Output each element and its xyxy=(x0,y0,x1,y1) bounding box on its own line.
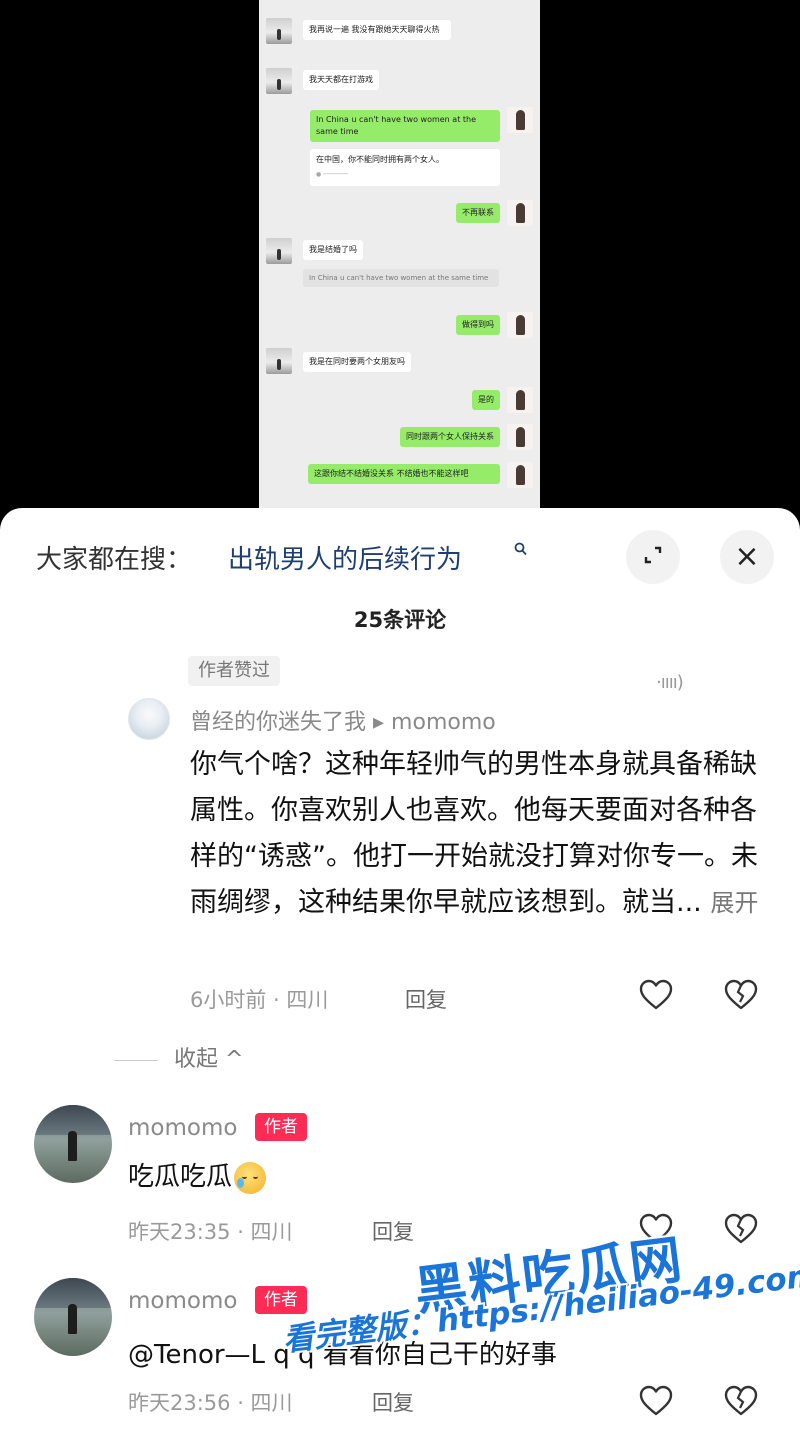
username-text: 曾经的你迷失了我 xyxy=(190,710,367,735)
reply-username[interactable]: momomo xyxy=(128,1288,237,1314)
user-avatar xyxy=(507,312,533,338)
close-button[interactable]: × xyxy=(720,530,774,584)
collapse-label: 收起 ^ xyxy=(174,1047,244,1072)
comments-count: 25条评论 xyxy=(353,608,447,632)
reply-meta: 昨天23:35 · 四川 xyxy=(128,1220,293,1244)
chat-bubble: 我是结婚了吗 xyxy=(303,240,363,260)
user-avatar xyxy=(507,200,533,226)
collapse-replies-button[interactable]: 收起 ^ xyxy=(114,1041,243,1073)
dislike-broken-heart-icon[interactable] xyxy=(723,1384,759,1418)
chat-screenshot: 我再说一遍 我没有跟她天天聊得火热 我天天都在打游戏 In China u ca… xyxy=(259,0,540,520)
quoted-message: In China u can't have two women at the s… xyxy=(303,269,499,287)
sticker-fragment: ·ıııı) xyxy=(656,672,684,693)
search-prefix: 大家都在搜： xyxy=(36,545,193,575)
translation-footer: ● ─────── xyxy=(316,171,349,178)
comment-body: 你气个啥？这种年轻帅气的男性本身就具备稀缺属性。你喜欢别人也喜欢。他每天要面对各… xyxy=(190,742,770,926)
expand-icon xyxy=(642,544,664,570)
chat-bubble: 我天天都在打游戏 xyxy=(303,70,379,90)
reply-text-content: 吃瓜吃瓜 xyxy=(128,1162,233,1192)
commenter-username[interactable]: 曾经的你迷失了我 ▸ momomo xyxy=(190,704,496,736)
author-avatar[interactable] xyxy=(34,1278,112,1356)
reply-text: 吃瓜吃瓜 xyxy=(128,1156,267,1194)
like-heart-icon[interactable] xyxy=(638,978,674,1012)
user-avatar xyxy=(507,424,533,450)
commenter-avatar[interactable] xyxy=(128,698,170,740)
comment-meta: 6小时前 · 四川 xyxy=(190,988,329,1012)
expand-link[interactable]: 展开 xyxy=(710,889,758,917)
contact-avatar xyxy=(266,18,292,44)
reply-button[interactable]: 回复 xyxy=(405,984,447,1014)
user-avatar xyxy=(507,387,533,413)
author-liked-tag: 作者赞过 xyxy=(188,656,280,686)
author-avatar[interactable] xyxy=(34,1105,112,1183)
reply-meta: 昨天23:56 · 四川 xyxy=(128,1391,293,1415)
chat-bubble: In China u can't have two women at the s… xyxy=(310,110,500,142)
comment-text: 你气个啥？这种年轻帅气的男性本身就具备稀缺属性。你喜欢别人也喜欢。他每天要面对各… xyxy=(190,749,758,918)
like-heart-icon[interactable] xyxy=(638,1384,674,1418)
chat-bubble: 不再联系 xyxy=(456,203,500,223)
author-badge: 作者 xyxy=(255,1286,307,1314)
chat-bubble: 这跟你结不结婚没关系 不结婚也不能这样吧 xyxy=(308,464,500,484)
divider-line xyxy=(114,1059,158,1061)
contact-avatar xyxy=(266,238,292,264)
dislike-broken-heart-icon[interactable] xyxy=(723,978,759,1012)
screen: 我再说一遍 我没有跟她天天聊得火热 我天天都在打游戏 In China u ca… xyxy=(0,0,800,1442)
reply-button[interactable]: 回复 xyxy=(372,1387,414,1417)
magnifier-icon xyxy=(514,541,527,561)
dislike-broken-heart-icon[interactable] xyxy=(723,1212,759,1246)
trending-search-link[interactable]: 出轨男人的后续行为 xyxy=(228,539,462,576)
translation-card: 在中国，你不能同时拥有两个女人。 ● ─────── xyxy=(310,149,500,186)
reply-to-text: ▸ momomo xyxy=(373,710,496,735)
contact-avatar xyxy=(266,348,292,374)
contact-avatar xyxy=(266,68,292,94)
crying-laughing-emoji-icon xyxy=(234,1161,267,1194)
reply-username[interactable]: momomo xyxy=(128,1115,237,1141)
reply-button[interactable]: 回复 xyxy=(372,1216,414,1246)
chat-bubble: 同时跟两个女人保持关系 xyxy=(400,427,500,447)
chat-bubble: 做得到吗 xyxy=(456,315,500,335)
translation-text: 在中国，你不能同时拥有两个女人。 xyxy=(316,155,444,164)
close-icon: × xyxy=(734,539,760,574)
expand-button[interactable] xyxy=(626,530,680,584)
author-badge: 作者 xyxy=(255,1113,307,1141)
chat-bubble: 是的 xyxy=(472,390,500,410)
user-avatar xyxy=(507,107,533,133)
chat-bubble: 我是在同时要两个女朋友吗 xyxy=(303,352,411,372)
chat-bubble: 我再说一遍 我没有跟她天天聊得火热 xyxy=(303,20,451,40)
user-avatar xyxy=(507,462,533,488)
